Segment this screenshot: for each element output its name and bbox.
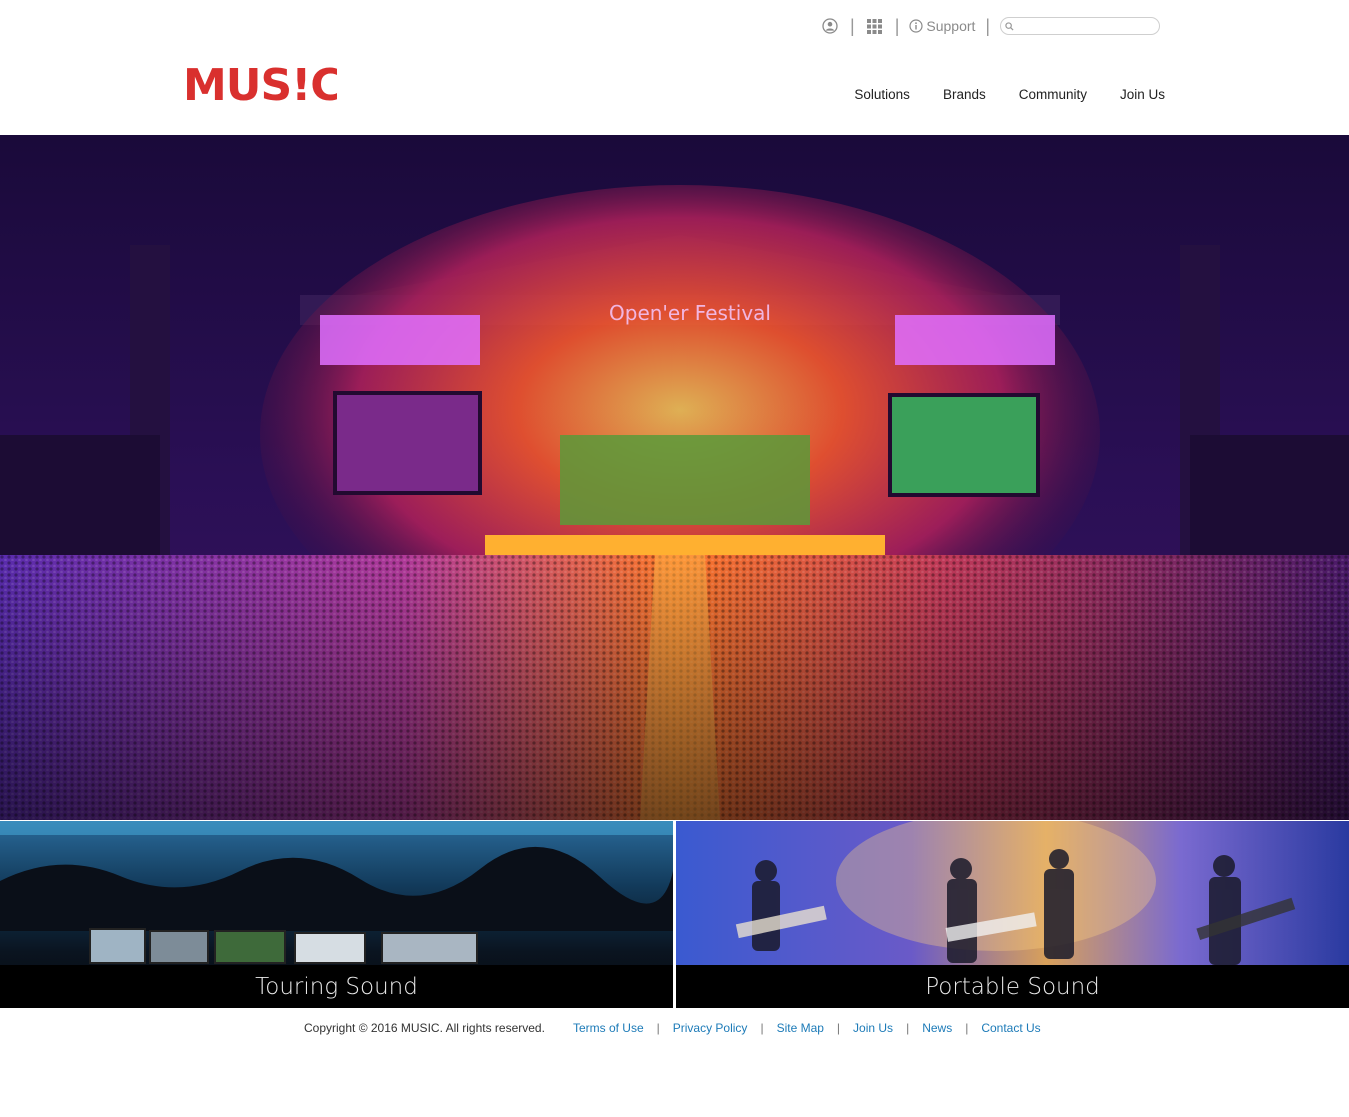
footer-link-contact[interactable]: Contact Us	[981, 1021, 1040, 1035]
tile-touring-sound[interactable]: Touring Sound	[0, 821, 673, 1008]
separator: |	[836, 1021, 841, 1035]
footer-link-join-us[interactable]: Join Us	[853, 1021, 893, 1035]
separator: |	[760, 1021, 764, 1035]
nav-community[interactable]: Community	[1019, 87, 1087, 102]
stage-sign: Open'er Festival	[609, 301, 771, 325]
hero-banner-image[interactable]: Open'er Festival	[0, 135, 1349, 820]
info-icon	[909, 19, 923, 33]
nav-brands[interactable]: Brands	[943, 87, 986, 102]
main-nav: Solutions Brands Community Join Us	[854, 87, 1165, 102]
feature-tiles: Touring Sound Portable Sound	[0, 821, 1349, 1008]
separator: |	[894, 16, 900, 36]
separator: |	[985, 16, 991, 36]
search-box	[1000, 17, 1161, 35]
brand-logo[interactable]: MUS!C	[183, 60, 343, 111]
separator: |	[965, 1021, 969, 1035]
search-icon[interactable]	[1005, 21, 1014, 31]
footer-link-news[interactable]: News	[922, 1021, 952, 1035]
svg-text:MUS!C: MUS!C	[183, 60, 337, 106]
user-circle-icon[interactable]	[820, 16, 840, 36]
tile-portable-sound[interactable]: Portable Sound	[676, 821, 1349, 1008]
grid-icon[interactable]	[865, 16, 885, 36]
support-label: Support	[926, 18, 976, 34]
footer-link-sitemap[interactable]: Site Map	[777, 1021, 824, 1035]
nav-join-us[interactable]: Join Us	[1120, 87, 1165, 102]
footer-link-terms[interactable]: Terms of Use	[573, 1021, 644, 1035]
footer-links: Terms of Use | Privacy Policy | Site Map…	[573, 1021, 1041, 1035]
separator: |	[906, 1021, 910, 1035]
nav-solutions[interactable]: Solutions	[854, 87, 910, 102]
tile-caption: Portable Sound	[676, 965, 1349, 1008]
footer: Copyright © 2016 MUSIC. All rights reser…	[304, 1021, 1041, 1035]
search-input[interactable]	[1014, 19, 1146, 33]
utility-bar: | | Support |	[820, 14, 1161, 38]
separator: |	[656, 1021, 660, 1035]
footer-link-privacy[interactable]: Privacy Policy	[673, 1021, 748, 1035]
copyright-text: Copyright © 2016 MUSIC. All rights reser…	[304, 1021, 545, 1035]
tile-caption: Touring Sound	[0, 965, 673, 1008]
support-link[interactable]: Support	[909, 18, 975, 34]
separator: |	[850, 16, 855, 36]
